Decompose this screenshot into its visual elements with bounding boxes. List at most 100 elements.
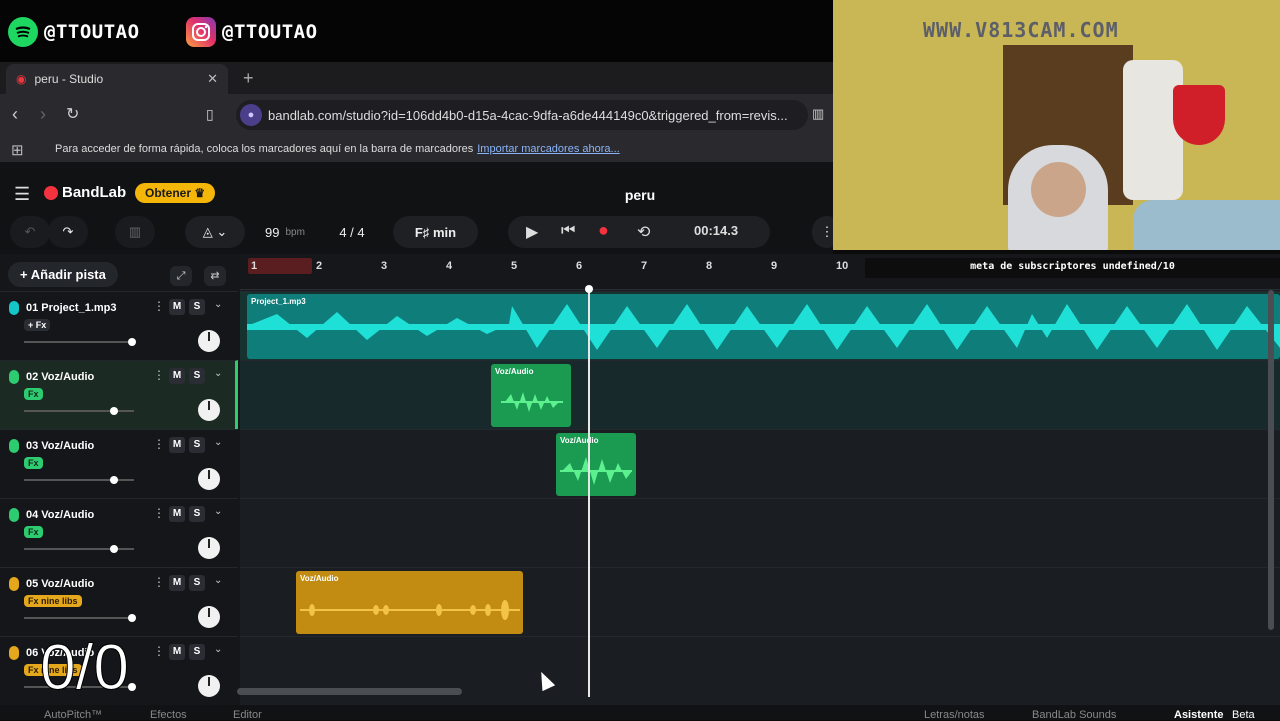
fx-button[interactable]: Fx	[24, 388, 43, 400]
volume-slider[interactable]	[24, 614, 136, 622]
track-lane-4[interactable]	[240, 498, 1280, 567]
track-options-icon[interactable]: ⋮	[153, 506, 165, 520]
undo-button[interactable]: ↶	[10, 216, 50, 248]
key-display[interactable]: F♯ min	[393, 216, 478, 248]
track-header-5[interactable]: 05 Voz/Audio Fx nine libs ⋮ M S ⌄	[0, 567, 238, 636]
pan-knob[interactable]	[198, 606, 220, 628]
volume-slider[interactable]	[24, 545, 134, 553]
get-membership-button[interactable]: Obtener ♛	[135, 183, 216, 203]
mute-button[interactable]: M	[169, 506, 185, 522]
mute-button[interactable]: M	[169, 575, 185, 591]
project-title: peru	[624, 187, 656, 203]
chevron-down-icon[interactable]: ⌄	[214, 437, 222, 448]
chevron-down-icon[interactable]: ⌄	[214, 575, 222, 586]
menu-icon[interactable]: ☰	[14, 184, 30, 205]
webcam-overlay: WWW.V813CAM.COM	[833, 0, 1280, 250]
solo-button[interactable]: S	[189, 575, 205, 591]
arrangement-timeline[interactable]: 1 2 3 4 5 6 7 8 9 10 11 12 13 14 15 ⊖ ⊕ …	[240, 254, 1280, 720]
solo-button[interactable]: S	[189, 299, 205, 315]
chevron-down-icon[interactable]: ⌄	[214, 299, 222, 310]
horizontal-scrollbar[interactable]	[237, 688, 462, 695]
skip-back-icon[interactable]: ⏮	[561, 222, 575, 240]
record-icon[interactable]: ●	[598, 220, 609, 241]
pan-knob[interactable]	[198, 399, 220, 421]
back-icon[interactable]: ‹	[12, 104, 18, 125]
track-lane-2[interactable]: Voz/Audio	[240, 360, 1280, 429]
import-bookmarks-link[interactable]: Importar marcadores ahora...	[477, 143, 619, 155]
track-lane-5[interactable]: Voz/Audio	[240, 567, 1280, 636]
lyrics-button[interactable]: Letras/notas	[924, 709, 985, 721]
mute-button[interactable]: M	[169, 437, 185, 453]
forward-icon[interactable]: ›	[40, 104, 46, 125]
chevron-down-icon[interactable]: ⌄	[214, 368, 222, 379]
volume-slider[interactable]	[24, 407, 134, 415]
counter-overlay: 0/0	[40, 631, 130, 704]
site-mic-icon[interactable]: ●	[240, 104, 262, 126]
volume-slider[interactable]	[24, 476, 134, 484]
solo-button[interactable]: S	[189, 644, 205, 660]
audio-clip[interactable]: Voz/Audio	[491, 364, 571, 427]
chevron-down-icon[interactable]: ⌄	[214, 644, 222, 655]
snap-icon[interactable]: ⇄	[204, 266, 226, 286]
tempo-display[interactable]: 99 bpm	[250, 216, 320, 248]
track-header-3[interactable]: 03 Voz/Audio Fx ⋮ M S ⌄	[0, 429, 238, 498]
track-mic-icon	[9, 439, 19, 453]
pan-knob[interactable]	[198, 330, 220, 352]
mute-button[interactable]: M	[169, 644, 185, 660]
close-tab-icon[interactable]: ✕	[207, 71, 218, 87]
playhead[interactable]	[585, 285, 593, 697]
track-header-2[interactable]: 02 Voz/Audio Fx ⋮ M S ⌄	[0, 360, 238, 429]
metronome-button[interactable]: ◬ ⌄	[185, 216, 245, 248]
audio-clip[interactable]: Voz/Audio	[556, 433, 636, 496]
pan-knob[interactable]	[198, 468, 220, 490]
solo-button[interactable]: S	[189, 368, 205, 384]
new-tab-icon[interactable]: +	[243, 68, 254, 89]
time-signature-display[interactable]: 4 / 4	[322, 216, 382, 248]
url-field[interactable]: ● bandlab.com/studio?id=106dd4b0-d15a-4c…	[236, 100, 808, 130]
track-options-icon[interactable]: ⋮	[153, 368, 165, 382]
track-lane-1[interactable]: Project_1.mp3	[240, 291, 1280, 360]
track-header-4[interactable]: 04 Voz/Audio Fx ⋮ M S ⌄	[0, 498, 238, 567]
pan-knob[interactable]	[198, 675, 220, 697]
reader-icon[interactable]: ▥	[812, 106, 824, 122]
track-lane-3[interactable]: Voz/Audio	[240, 429, 1280, 498]
browser-tab[interactable]: ◉ peru - Studio ✕	[6, 64, 228, 94]
redo-button[interactable]: ↷	[48, 216, 88, 248]
fx-button[interactable]: Fx	[24, 457, 43, 469]
volume-slider[interactable]	[24, 338, 136, 346]
automation-icon[interactable]: ⤢	[170, 266, 192, 286]
add-track-button[interactable]: + Añadir pista	[8, 262, 118, 287]
mute-button[interactable]: M	[169, 368, 185, 384]
fx-button[interactable]: + Fx	[24, 319, 51, 331]
bandlab-sounds-button[interactable]: BandLab Sounds	[1032, 709, 1116, 721]
track-header-1[interactable]: 01 Project_1.mp3 + Fx ⋮ M S ⌄	[0, 291, 238, 360]
apps-grid-icon[interactable]: ⊞	[11, 141, 24, 159]
track-options-icon[interactable]: ⋮	[153, 437, 165, 451]
solo-button[interactable]: S	[189, 437, 205, 453]
assistant-button[interactable]: Asistente	[1174, 709, 1224, 721]
vertical-scrollbar[interactable]	[1268, 290, 1274, 630]
bandlab-logo[interactable]: BandLab	[44, 184, 126, 201]
track-options-icon[interactable]: ⋮	[153, 299, 165, 313]
effects-button[interactable]: Efectos	[150, 709, 187, 721]
fx-button[interactable]: Fx	[24, 526, 43, 538]
chevron-down-icon[interactable]: ⌄	[214, 506, 222, 517]
play-icon[interactable]: ▶	[526, 222, 538, 242]
reload-icon[interactable]: ↻	[66, 104, 79, 124]
mixer-button[interactable]: ▥	[115, 216, 155, 248]
ruler-label: 7	[641, 260, 648, 272]
editor-button[interactable]: Editor	[233, 709, 262, 721]
solo-button[interactable]: S	[189, 506, 205, 522]
fx-button[interactable]: Fx nine libs	[24, 595, 82, 607]
audio-clip[interactable]: Project_1.mp3	[247, 294, 1280, 359]
autopitch-button[interactable]: AutoPitch™	[44, 709, 102, 721]
pan-knob[interactable]	[198, 537, 220, 559]
track-options-icon[interactable]: ⋮	[153, 575, 165, 589]
loop-region[interactable]	[248, 258, 312, 274]
time-display: 00:14.3	[694, 223, 739, 238]
track-options-icon[interactable]: ⋮	[153, 644, 165, 658]
bookmark-icon[interactable]: ▯	[206, 106, 214, 123]
audio-clip[interactable]: Voz/Audio	[296, 571, 523, 634]
mute-button[interactable]: M	[169, 299, 185, 315]
loop-icon[interactable]: ⟲	[637, 222, 650, 242]
